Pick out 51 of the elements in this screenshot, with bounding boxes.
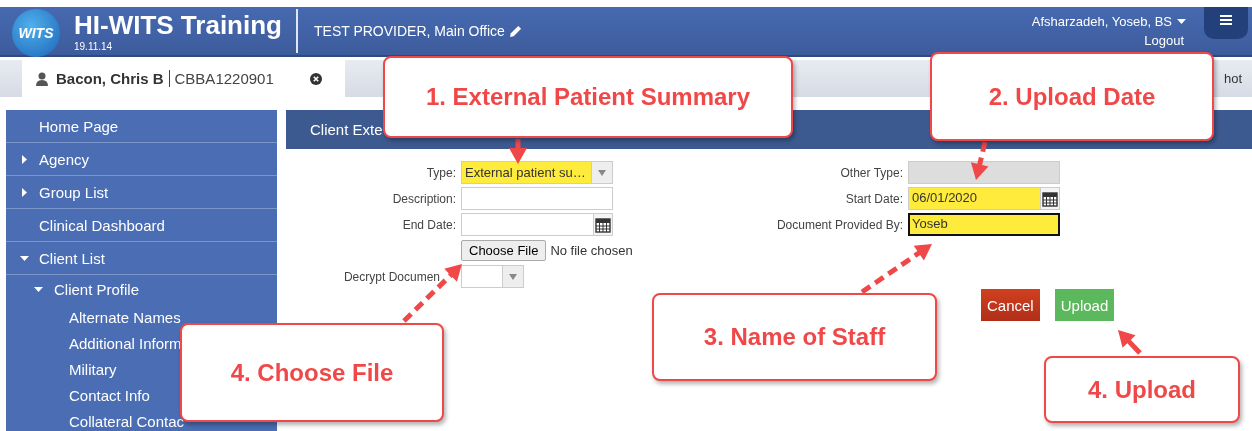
field-label: Other Type: xyxy=(839,165,903,180)
provider-name: TEST PROVIDER, Main Office xyxy=(314,23,505,39)
tab-label[interactable]: hot xyxy=(1223,71,1242,86)
sidebar-item[interactable]: Client Profile xyxy=(6,275,277,304)
date-field[interactable]: 06/01/2020 xyxy=(908,187,1041,210)
callout-arrow xyxy=(509,139,527,164)
close-icon[interactable] xyxy=(309,72,322,85)
field-label: Description: xyxy=(391,191,456,206)
app-title: HI-WITS Training xyxy=(74,10,282,40)
callout-tooltip: 2. Upload Date xyxy=(930,52,1214,141)
select-field[interactable] xyxy=(461,265,524,288)
field-label: Decrypt Documen xyxy=(342,269,440,284)
text-field[interactable] xyxy=(461,187,613,210)
field-label: Type: xyxy=(425,165,456,180)
sidebar-item[interactable]: Home Page xyxy=(6,110,277,143)
menu-icon xyxy=(1220,15,1232,25)
client-id: CBBA1220901 xyxy=(174,70,274,87)
calendar-icon[interactable] xyxy=(595,216,611,233)
callout-arrow xyxy=(1118,330,1142,355)
select-field[interactable]: External patient su… xyxy=(461,161,613,184)
caret-icon xyxy=(598,169,606,176)
user-icon xyxy=(36,71,48,86)
version-text: 19.11.14 xyxy=(74,41,114,52)
callout-tooltip: 4. Upload xyxy=(1044,356,1240,423)
sidebar-item[interactable]: Clinical Dashboard xyxy=(6,209,277,242)
page-title: Client Exte xyxy=(310,121,383,138)
client-tab[interactable]: Bacon, Chris B CBBA1220901 xyxy=(22,60,345,97)
field-label: Start Date: xyxy=(844,191,903,206)
logo[interactable]: WITS xyxy=(12,9,60,57)
date-field[interactable] xyxy=(461,213,594,236)
callout-arrow xyxy=(860,244,932,295)
cancel-button[interactable]: Cancel xyxy=(981,289,1040,321)
logout-link[interactable]: Logout xyxy=(1144,33,1184,48)
pencil-icon[interactable] xyxy=(508,24,522,38)
file-status: No file chosen xyxy=(550,243,633,258)
field-label: Document Provided By: xyxy=(775,217,903,232)
choose-file-button[interactable]: Choose File xyxy=(461,240,547,261)
callout-tooltip: 1. External Patient Summary xyxy=(383,56,793,138)
client-name: Bacon, Chris B xyxy=(56,70,164,87)
menu-button[interactable] xyxy=(1204,7,1248,39)
user-name[interactable]: Afsharzadeh, Yoseb, BS xyxy=(1031,14,1172,29)
callout-arrow xyxy=(970,141,989,180)
sidebar-item[interactable]: Group List xyxy=(6,176,277,209)
caret-icon[interactable] xyxy=(1177,18,1186,25)
sidebar-item[interactable]: Client List xyxy=(6,242,277,275)
callout-tooltip: 3. Name of Staff xyxy=(652,293,937,381)
caret-icon xyxy=(509,273,517,280)
field-label: End Date: xyxy=(401,217,456,232)
calendar-icon[interactable] xyxy=(1042,190,1058,207)
sidebar-item[interactable]: Agency xyxy=(6,143,277,176)
text-field[interactable]: Yoseb xyxy=(908,213,1060,236)
